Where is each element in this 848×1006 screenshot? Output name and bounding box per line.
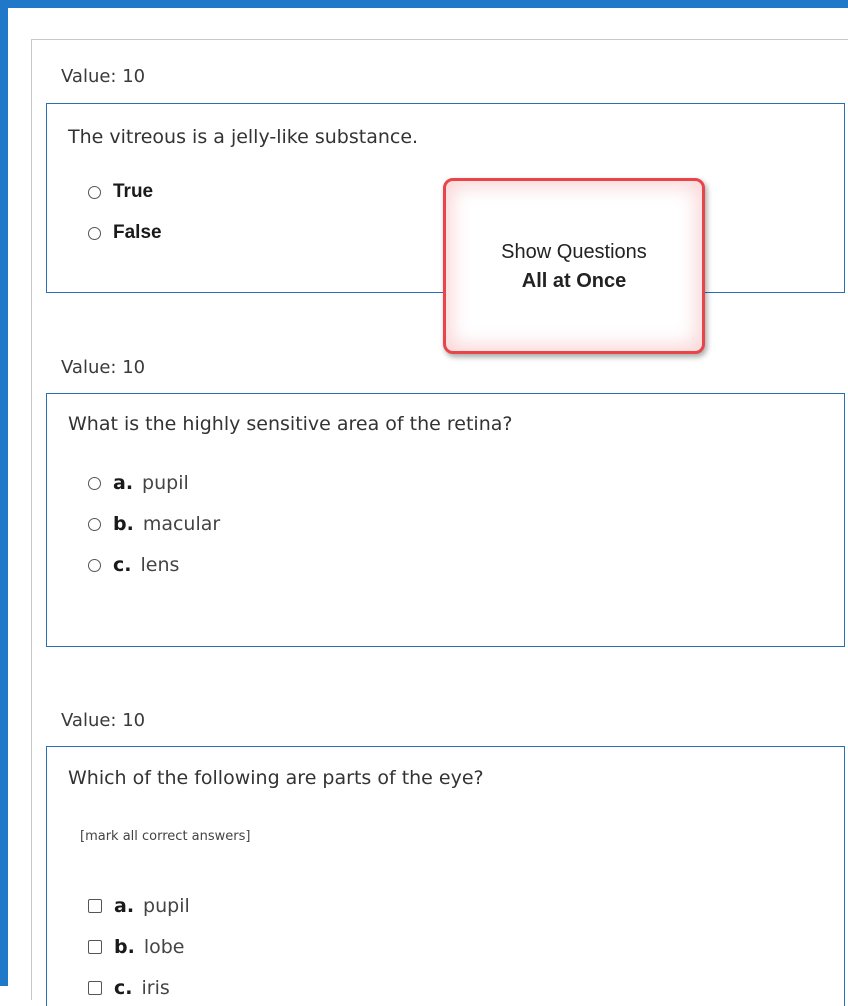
checkbox[interactable] (88, 899, 102, 913)
checkbox[interactable] (88, 981, 102, 995)
question-box: Which of the following are parts of the … (46, 746, 845, 1006)
option-letter: c. (113, 554, 132, 576)
radio-button[interactable] (88, 476, 101, 490)
option-true[interactable]: True (88, 179, 153, 205)
option-label: lobe (143, 936, 185, 958)
checkbox[interactable] (88, 940, 102, 954)
callout-line-2: All at Once (521, 270, 627, 292)
option-b[interactable]: b. lobe (88, 934, 184, 960)
option-label: iris (141, 977, 170, 999)
question-value: Value: 10 (61, 357, 146, 378)
radio-button[interactable] (88, 226, 101, 240)
option-a[interactable]: a. pupil (88, 470, 189, 496)
option-letter: b. (114, 936, 135, 958)
option-c[interactable]: c. lens (88, 552, 179, 578)
option-label: False (113, 222, 162, 243)
option-letter: c. (114, 977, 133, 999)
question-value: Value: 10 (61, 710, 146, 731)
annotation-callout: Show Questions All at Once (443, 178, 705, 354)
callout-line-1: Show Questions (501, 241, 647, 263)
option-letter: a. (114, 895, 135, 917)
question-text: Which of the following are parts of the … (68, 767, 484, 789)
radio-button[interactable] (88, 517, 101, 531)
question-box: What is the highly sensitive area of the… (46, 393, 845, 647)
option-letter: a. (113, 472, 134, 494)
option-false[interactable]: False (88, 220, 162, 246)
question-value: Value: 10 (61, 66, 146, 87)
option-a[interactable]: a. pupil (88, 893, 190, 919)
option-label: True (113, 181, 154, 202)
option-label: pupil (143, 895, 190, 917)
radio-button[interactable] (88, 558, 101, 572)
instruction-note: [mark all correct answers] (80, 829, 251, 844)
question-text: What is the highly sensitive area of the… (68, 413, 513, 435)
option-label: macular (142, 513, 221, 535)
radio-button[interactable] (88, 185, 101, 199)
option-c[interactable]: c. iris (88, 975, 170, 1001)
option-letter: b. (113, 513, 134, 535)
option-label: lens (140, 554, 180, 576)
option-label: pupil (142, 472, 189, 494)
question-text: The vitreous is a jelly-like substance. (68, 126, 419, 148)
option-b[interactable]: b. macular (88, 511, 220, 537)
